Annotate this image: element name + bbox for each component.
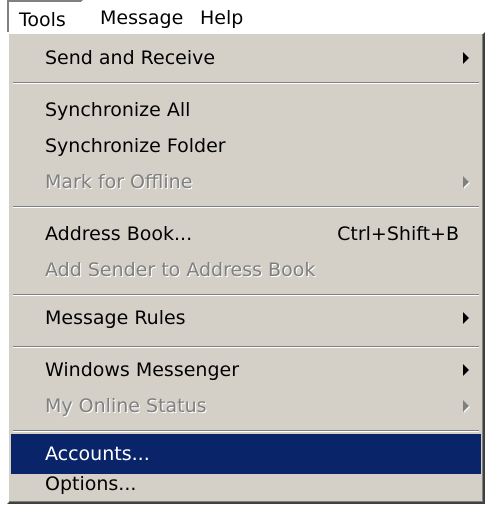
menu-item-synchronize-folder[interactable]: Synchronize Folder	[11, 126, 481, 166]
submenu-arrow-icon	[463, 52, 469, 64]
menu-item-options[interactable]: Options...	[11, 466, 481, 502]
submenu-arrow-icon	[463, 312, 469, 324]
menu-item-online-status: My Online Status	[11, 386, 481, 426]
menu-item-shortcut: Ctrl+Shift+B	[337, 223, 459, 245]
menu-item-windows-messenger[interactable]: Windows Messenger	[11, 350, 481, 390]
menu-item-add-sender: Add Sender to Address Book	[11, 250, 481, 290]
menu-item-label: Message Rules	[45, 307, 186, 329]
menu-tools-label: Tools	[19, 9, 66, 31]
menu-item-synchronize-all[interactable]: Synchronize All	[11, 90, 481, 130]
menu-message-label: Message	[100, 7, 184, 29]
menu-item-address-book[interactable]: Address Book... Ctrl+Shift+B	[11, 214, 481, 254]
menu-separator	[13, 206, 479, 208]
tools-dropdown-menu: Send and Receive Synchronize All Synchro…	[7, 32, 485, 504]
menu-item-label: Windows Messenger	[45, 359, 240, 381]
menu-item-label: My Online Status	[45, 395, 207, 417]
menu-separator	[13, 294, 479, 296]
submenu-arrow-icon	[463, 364, 469, 376]
menu-item-label: Synchronize Folder	[45, 135, 226, 157]
menu-separator	[13, 430, 479, 432]
submenu-arrow-icon	[463, 176, 469, 188]
submenu-arrow-icon	[463, 400, 469, 412]
menu-item-label: Mark for Offline	[45, 171, 193, 193]
menu-separator	[13, 82, 479, 84]
menu-item-label: Options...	[45, 473, 137, 495]
menu-item-label: Add Sender to Address Book	[45, 259, 316, 281]
menu-item-message-rules[interactable]: Message Rules	[11, 298, 481, 338]
menu-item-mark-offline: Mark for Offline	[11, 162, 481, 202]
menu-item-label: Synchronize All	[45, 99, 191, 121]
menu-separator	[13, 346, 479, 348]
menu-item-label: Address Book...	[45, 223, 193, 245]
menu-help-label: Help	[200, 7, 244, 29]
menu-item-send-receive[interactable]: Send and Receive	[11, 38, 481, 78]
menu-item-label: Send and Receive	[45, 47, 216, 69]
